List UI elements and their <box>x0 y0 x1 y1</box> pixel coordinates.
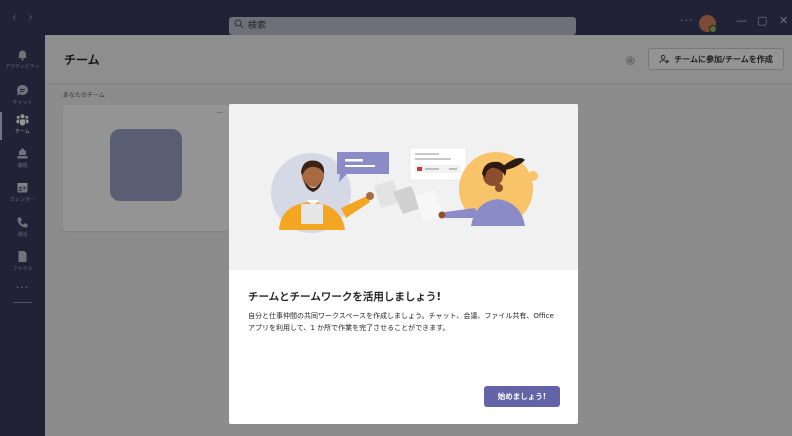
get-started-button[interactable]: 始めましょう! <box>484 386 560 407</box>
welcome-dialog: チームとチームワークを活用しましょう! 自分と仕事仲間の共同ワークスペースを作成… <box>229 104 578 424</box>
hero-illustration <box>229 104 578 270</box>
collaboration-illustration <box>271 147 538 233</box>
dialog-title: チームとチームワークを活用しましょう! <box>248 291 442 303</box>
dialog-description: 自分と仕事仲間の共同ワークスペースを作成しましょう。チャット、会議、ファイル共有… <box>248 312 554 332</box>
